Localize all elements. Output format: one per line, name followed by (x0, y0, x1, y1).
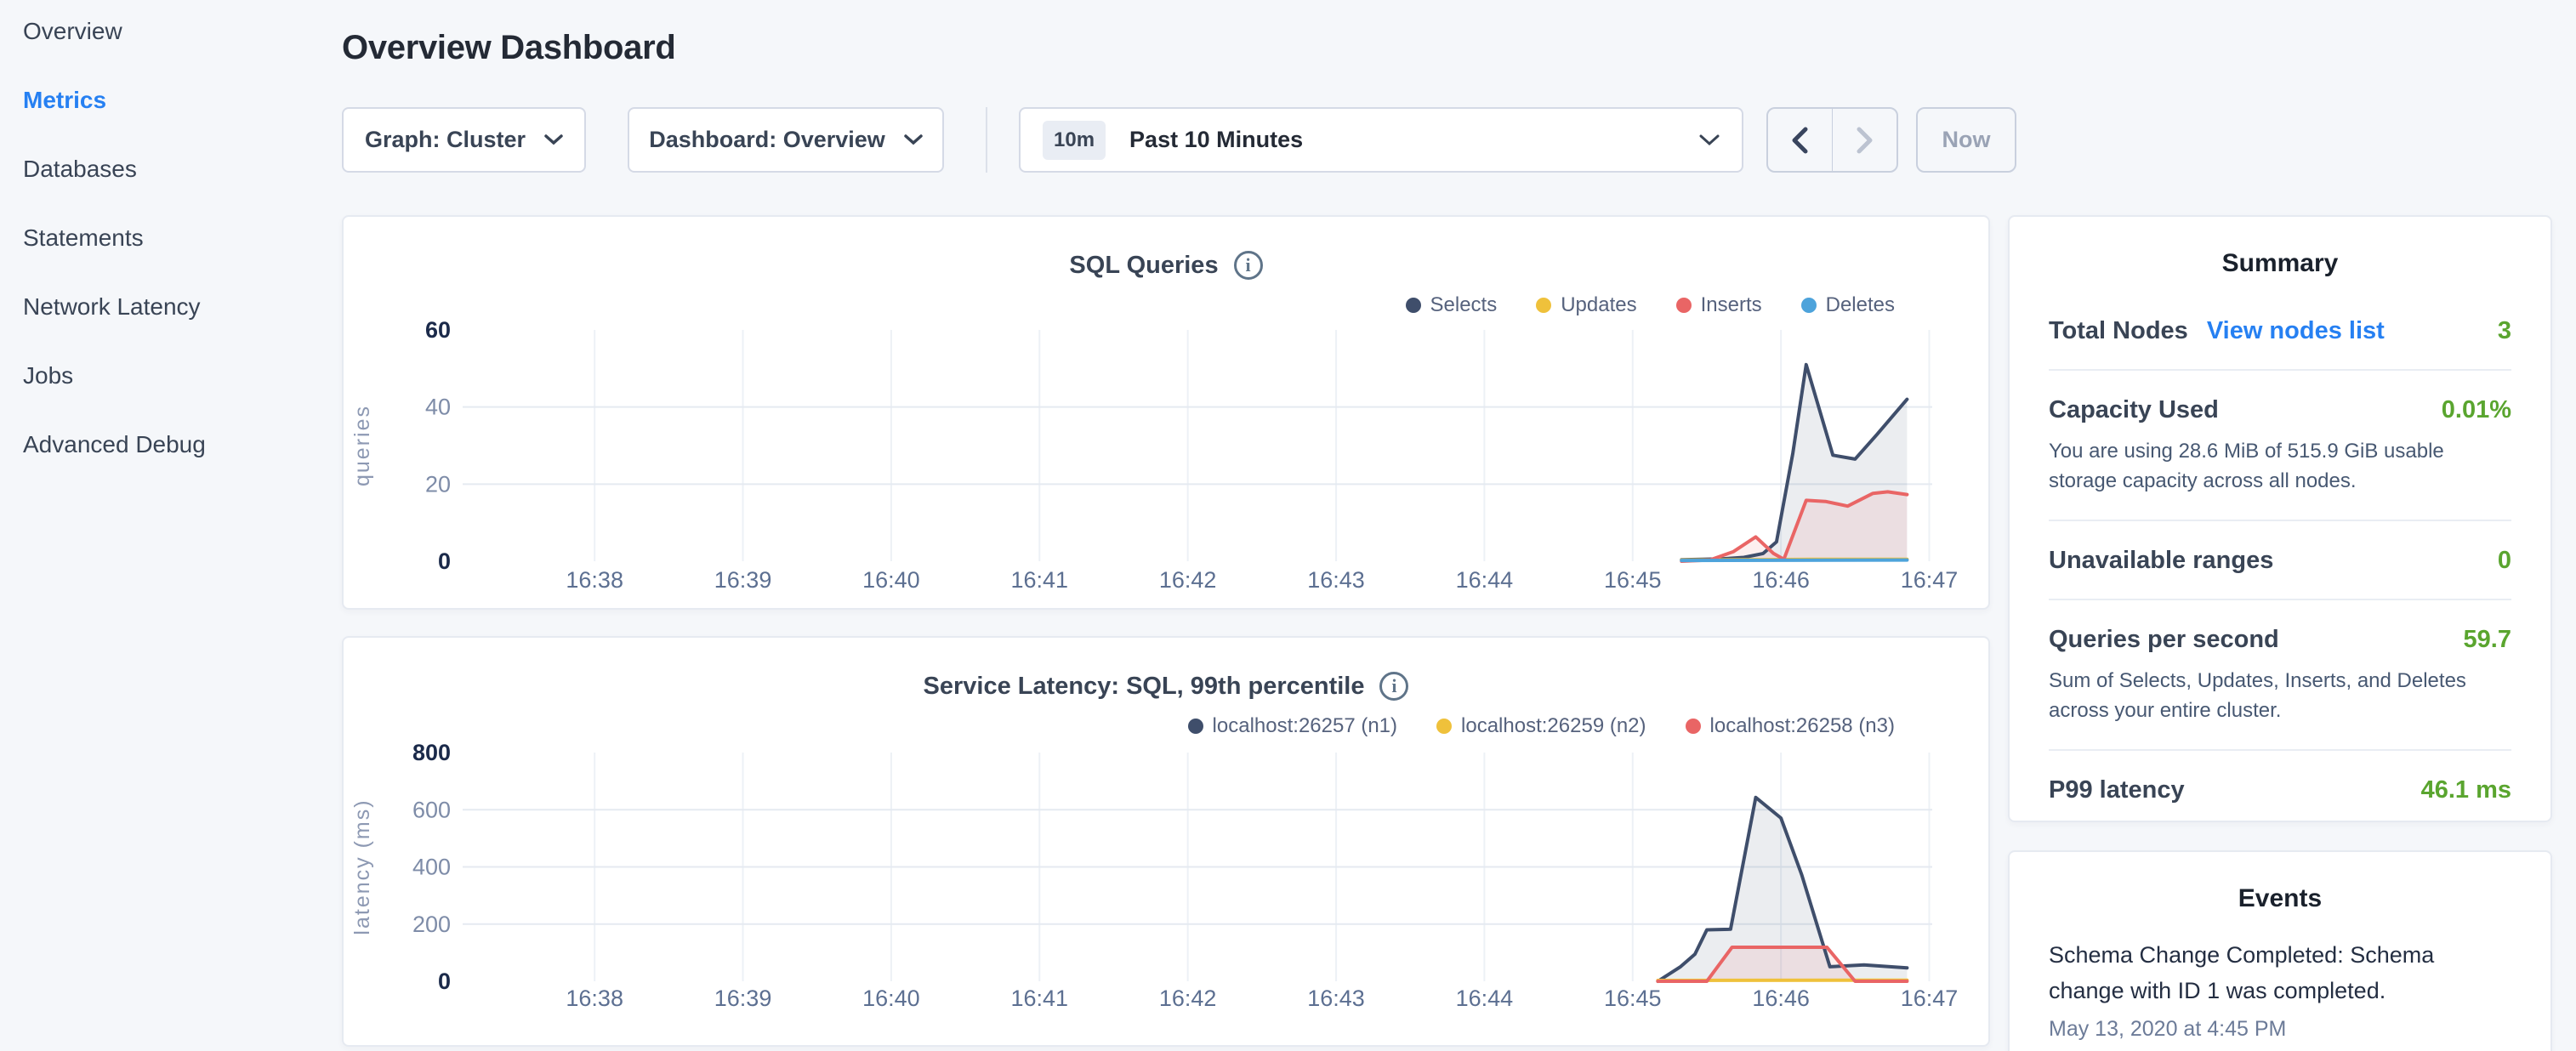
main-area: Overview Dashboard Graph: Cluster Dashbo… (342, 0, 2576, 1051)
svg-text:16:42: 16:42 (1159, 567, 1217, 593)
sidebar-item-metrics[interactable]: Metrics (23, 86, 342, 155)
summary-rows: Total Nodes View nodes list 3 Capacity U… (2049, 292, 2511, 828)
time-range-select[interactable]: 10m Past 10 Minutes (1019, 107, 1743, 173)
chevron-down-icon (544, 134, 563, 145)
svg-text:16:40: 16:40 (862, 986, 920, 1011)
svg-text:16:47: 16:47 (1901, 567, 1959, 593)
summary-row-value: 46.1 ms (2421, 776, 2511, 804)
svg-text:0: 0 (438, 969, 451, 994)
controls-divider (986, 107, 987, 173)
summary-row-unavailable-ranges: Unavailable ranges 0 (2049, 521, 2511, 600)
svg-text:800: 800 (412, 740, 451, 765)
now-button[interactable]: Now (1916, 107, 2016, 173)
event-timestamp: May 13, 2020 at 4:45 PM (2049, 1017, 2511, 1042)
svg-text:20: 20 (425, 471, 451, 497)
graph-dropdown[interactable]: Graph: Cluster (342, 107, 586, 173)
controls-bar: Graph: Cluster Dashboard: Overview 10m P… (342, 107, 2576, 173)
svg-text:16:42: 16:42 (1159, 986, 1217, 1011)
summary-title: Summary (2049, 217, 2511, 278)
events-panel: Events Schema Change Completed: Schema c… (2008, 850, 2552, 1051)
svg-text:16:43: 16:43 (1307, 986, 1365, 1011)
sidebar: OverviewMetricsDatabasesStatementsNetwor… (0, 0, 342, 1051)
svg-text:16:41: 16:41 (1011, 986, 1069, 1011)
svg-text:16:46: 16:46 (1752, 986, 1810, 1011)
svg-text:latency (ms): latency (ms) (350, 798, 374, 935)
chevron-right-icon (1856, 126, 1874, 155)
sql-queries-chart: 0 20 40 60 16:38 16:39 16:40 16:41 16:42 16:43 16:… (344, 217, 1988, 608)
sidebar-item-advanced-debug[interactable]: Advanced Debug (23, 430, 342, 499)
svg-text:200: 200 (412, 912, 451, 937)
time-forward-button[interactable] (1833, 109, 1896, 171)
summary-row-label: Capacity Used (2049, 396, 2219, 424)
svg-text:16:41: 16:41 (1011, 567, 1069, 593)
svg-text:16:39: 16:39 (714, 986, 772, 1011)
chevron-down-icon (904, 134, 923, 145)
dashboard-dropdown[interactable]: Dashboard: Overview (628, 107, 944, 173)
summary-row-label: Unavailable ranges (2049, 547, 2273, 575)
dashboard-dropdown-label: Dashboard: Overview (649, 127, 885, 153)
svg-text:queries: queries (350, 405, 374, 486)
summary-row-description: You are using 28.6 MiB of 515.9 GiB usab… (2049, 436, 2511, 496)
summary-row-value: 0.01% (2442, 396, 2511, 424)
sidebar-item-jobs[interactable]: Jobs (23, 361, 342, 430)
svg-text:16:40: 16:40 (862, 567, 920, 593)
view-nodes-list-link[interactable]: View nodes list (2207, 317, 2385, 345)
svg-text:16:44: 16:44 (1456, 986, 1514, 1011)
svg-text:40: 40 (425, 395, 451, 420)
svg-text:16:46: 16:46 (1752, 567, 1810, 593)
now-button-label: Now (1942, 127, 1991, 153)
sql-queries-card: SQL Queries i SelectsUpdatesInsertsDelet… (342, 215, 1990, 610)
sidebar-item-network-latency[interactable]: Network Latency (23, 293, 342, 361)
sidebar-item-databases[interactable]: Databases (23, 155, 342, 224)
event-message: Schema Change Completed: Schema change w… (2049, 937, 2511, 1008)
sidebar-item-statements[interactable]: Statements (23, 224, 342, 293)
summary-row-total-nodes: Total Nodes View nodes list 3 (2049, 292, 2511, 371)
svg-text:600: 600 (412, 797, 451, 822)
summary-row-capacity-used: Capacity Used 0.01% You are using 28.6 M… (2049, 371, 2511, 521)
summary-row-queries-per-second: Queries per second 59.7 Sum of Selects, … (2049, 600, 2511, 751)
svg-text:16:39: 16:39 (714, 567, 772, 593)
time-back-button[interactable] (1768, 109, 1832, 171)
summary-panel: Summary Total Nodes View nodes list 3 Ca… (2008, 215, 2552, 822)
summary-row-value: 59.7 (2464, 626, 2511, 654)
chevron-left-icon (1790, 126, 1809, 155)
svg-text:16:38: 16:38 (566, 986, 623, 1011)
time-range-label: Past 10 Minutes (1129, 127, 1699, 153)
sidebar-item-overview[interactable]: Overview (23, 17, 342, 86)
svg-text:16:38: 16:38 (566, 567, 623, 593)
graph-dropdown-label: Graph: Cluster (365, 127, 526, 153)
svg-text:0: 0 (438, 548, 451, 574)
svg-text:16:47: 16:47 (1901, 986, 1959, 1011)
summary-row-value: 0 (2498, 547, 2511, 575)
service-latency-card: Service Latency: SQL, 99th percentile i … (342, 636, 1990, 1047)
events-title: Events (2049, 852, 2511, 913)
time-step-buttons (1766, 107, 1898, 173)
svg-text:16:45: 16:45 (1604, 567, 1662, 593)
summary-row-label: Queries per second (2049, 626, 2279, 654)
summary-row-label: Total Nodes (2049, 317, 2188, 345)
svg-text:400: 400 (412, 855, 451, 880)
summary-row-p99-latency: P99 latency 46.1 ms (2049, 751, 2511, 828)
svg-text:16:43: 16:43 (1307, 567, 1365, 593)
event-item: Schema Change Completed: Schema change w… (2049, 937, 2511, 1042)
svg-text:16:45: 16:45 (1604, 986, 1662, 1011)
svg-text:16:44: 16:44 (1456, 567, 1514, 593)
summary-row-value: 3 (2498, 317, 2511, 345)
svg-text:60: 60 (425, 317, 451, 343)
summary-row-description: Sum of Selects, Updates, Inserts, and De… (2049, 666, 2511, 725)
page-title: Overview Dashboard (342, 28, 2576, 67)
chevron-down-icon (1699, 134, 1720, 146)
time-range-badge: 10m (1043, 121, 1106, 160)
summary-row-label: P99 latency (2049, 776, 2185, 804)
service-latency-chart: 0 200 400 600 800 16:38 16:39 16:40 16:41 16:42 16… (344, 638, 1988, 1045)
